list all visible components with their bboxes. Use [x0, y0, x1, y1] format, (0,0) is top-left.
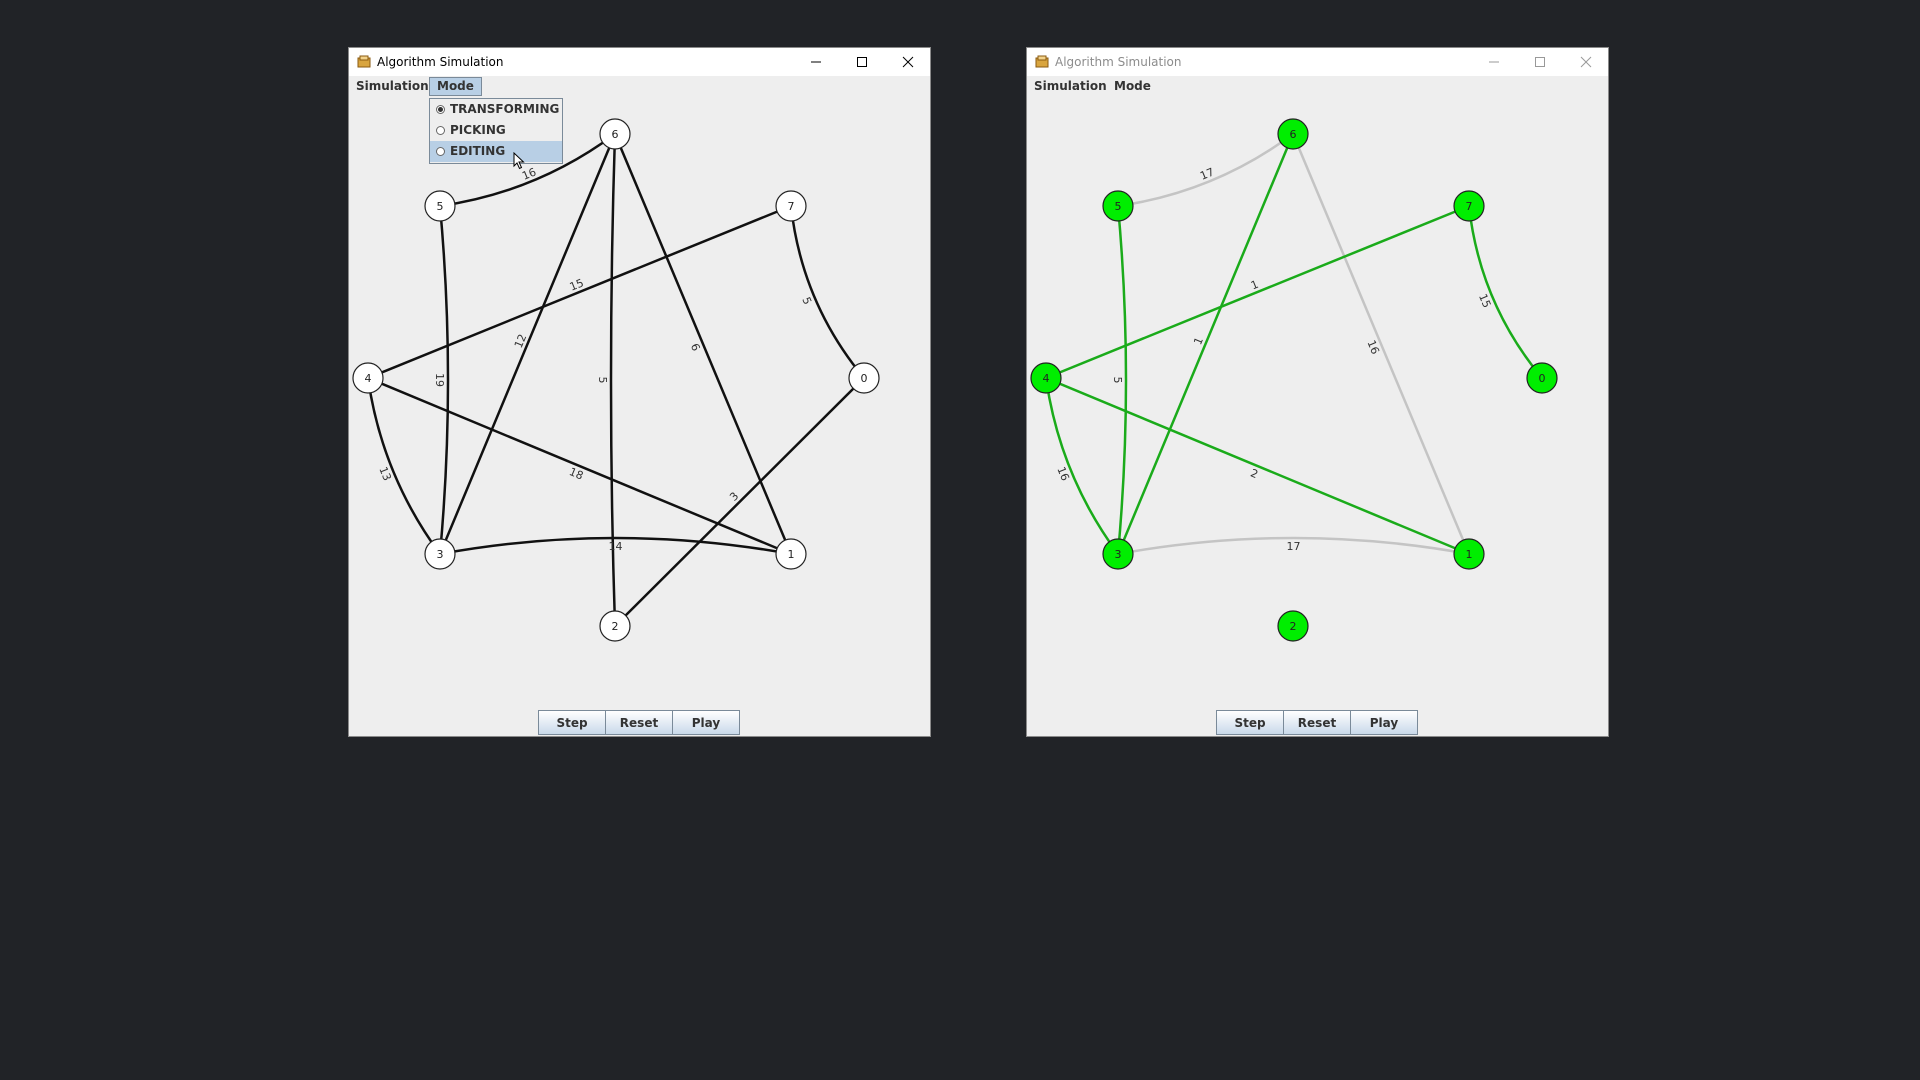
mode-dropdown-menu: TRANSFORMING PICKING EDITING — [429, 98, 563, 164]
node-label: 6 — [1290, 128, 1297, 141]
mode-option-label: PICKING — [450, 123, 506, 137]
edge-weight-label: 5 — [799, 295, 814, 307]
maximize-icon — [857, 57, 867, 67]
title-bar[interactable]: Algorithm Simulation — [349, 48, 930, 76]
graph-node-3[interactable]: 3 — [1102, 538, 1134, 570]
menu-bar: Simulation Mode — [349, 76, 930, 97]
graph-node-2[interactable]: 2 — [1277, 610, 1309, 642]
minimize-icon — [811, 61, 821, 63]
edge-weight-label: 2 — [1249, 467, 1260, 482]
graph-edge-7-0[interactable] — [789, 205, 865, 379]
node-label: 3 — [1115, 548, 1122, 561]
node-label: 5 — [1115, 200, 1122, 213]
node-layer: 0 1 2 3 4 5 6 7 — [352, 118, 880, 642]
menu-mode[interactable]: Mode — [1107, 77, 1158, 96]
title-bar[interactable]: Algorithm Simulation — [1027, 48, 1608, 76]
mode-option-transforming[interactable]: TRANSFORMING — [430, 99, 562, 120]
graph-edge-7-0[interactable] — [1467, 205, 1543, 379]
graph-node-4[interactable]: 4 — [1030, 362, 1062, 394]
graph-node-0[interactable]: 0 — [1526, 362, 1558, 394]
mouse-cursor-icon — [513, 152, 525, 170]
close-button[interactable] — [1564, 48, 1608, 76]
graph-edge-6-3[interactable] — [438, 133, 617, 555]
graph-node-1[interactable]: 1 — [775, 538, 807, 570]
edge-weight-label: 17 — [1287, 540, 1301, 553]
edge-weight-label: 5 — [1111, 377, 1124, 384]
edge-weight-label: 19 — [433, 373, 446, 387]
close-icon — [902, 56, 914, 68]
graph-edge-6-3[interactable] — [1116, 133, 1295, 555]
radio-selected-icon — [436, 105, 445, 114]
edge-weight-label: 5 — [596, 377, 609, 384]
radio-unselected-icon — [436, 147, 445, 156]
reset-button[interactable]: Reset — [605, 710, 673, 735]
graph-node-5[interactable]: 5 — [424, 190, 456, 222]
graph-node-5[interactable]: 5 — [1102, 190, 1134, 222]
java-app-icon — [357, 55, 371, 68]
mode-option-label: TRANSFORMING — [450, 102, 560, 116]
minimize-button[interactable] — [794, 48, 838, 76]
edge-weight-label: 1 — [1249, 278, 1260, 293]
control-button-bar: Step Reset Play — [538, 710, 740, 735]
control-button-bar: Step Reset Play — [1216, 710, 1418, 735]
mode-option-editing[interactable]: EDITING — [430, 141, 562, 162]
graph-node-3[interactable]: 3 — [424, 538, 456, 570]
graph-canvas[interactable]: 1619125615513 1814301234567 — [349, 97, 930, 707]
node-label: 3 — [437, 548, 444, 561]
graph-node-7[interactable]: 7 — [775, 190, 807, 222]
node-label: 4 — [365, 372, 372, 385]
node-label: 0 — [1539, 372, 1546, 385]
node-label: 2 — [612, 620, 619, 633]
node-label: 0 — [861, 372, 868, 385]
algorithm-simulation-window-left: Algorithm Simulation Simulation Mode TRA… — [348, 47, 931, 737]
node-label: 1 — [1466, 548, 1473, 561]
minimize-icon — [1489, 61, 1499, 63]
mode-option-picking[interactable]: PICKING — [430, 120, 562, 141]
graph-canvas[interactable]: 1716175111516 201234567 — [1027, 97, 1608, 707]
graph-edge-0-2[interactable] — [614, 377, 865, 627]
play-button[interactable]: Play — [672, 710, 740, 735]
step-button[interactable]: Step — [1216, 710, 1284, 735]
graph-edge-7-4[interactable] — [1045, 204, 1470, 380]
reset-button[interactable]: Reset — [1283, 710, 1351, 735]
maximize-button[interactable] — [1518, 48, 1562, 76]
edge-weight-label: 1 — [1191, 335, 1206, 346]
node-label: 5 — [437, 200, 444, 213]
node-label: 7 — [788, 200, 795, 213]
node-label: 4 — [1043, 372, 1050, 385]
close-button[interactable] — [886, 48, 930, 76]
menu-mode[interactable]: Mode — [429, 77, 482, 96]
algorithm-simulation-window-right: Algorithm Simulation Simulation Mode 17 1… — [1026, 47, 1609, 737]
graph-node-0[interactable]: 0 — [848, 362, 880, 394]
menu-bar: Simulation Mode — [1027, 76, 1608, 97]
close-icon — [1580, 56, 1592, 68]
graph-node-4[interactable]: 4 — [352, 362, 384, 394]
node-label: 1 — [788, 548, 795, 561]
edge-weight-label: 14 — [609, 540, 623, 553]
step-button[interactable]: Step — [538, 710, 606, 735]
maximize-icon — [1535, 57, 1545, 67]
edge-weight-label: 6 — [688, 342, 703, 353]
minimize-button[interactable] — [1472, 48, 1516, 76]
menu-simulation[interactable]: Simulation — [349, 77, 436, 96]
node-label: 2 — [1290, 620, 1297, 633]
graph-node-7[interactable]: 7 — [1453, 190, 1485, 222]
graph-edge-7-4[interactable] — [367, 204, 792, 380]
graph-node-1[interactable]: 1 — [1453, 538, 1485, 570]
menu-simulation[interactable]: Simulation — [1027, 77, 1114, 96]
java-app-icon — [1035, 55, 1049, 68]
graph-node-2[interactable]: 2 — [599, 610, 631, 642]
play-button[interactable]: Play — [1350, 710, 1418, 735]
graph-node-6[interactable]: 6 — [599, 118, 631, 150]
radio-unselected-icon — [436, 126, 445, 135]
window-title: Algorithm Simulation — [377, 55, 504, 69]
mode-option-label: EDITING — [450, 144, 506, 158]
maximize-button[interactable] — [840, 48, 884, 76]
node-label: 6 — [612, 128, 619, 141]
graph-node-6[interactable]: 6 — [1277, 118, 1309, 150]
node-label: 7 — [1466, 200, 1473, 213]
window-title: Algorithm Simulation — [1055, 55, 1182, 69]
node-layer: 0 1 2 3 4 5 6 7 — [1030, 118, 1558, 642]
